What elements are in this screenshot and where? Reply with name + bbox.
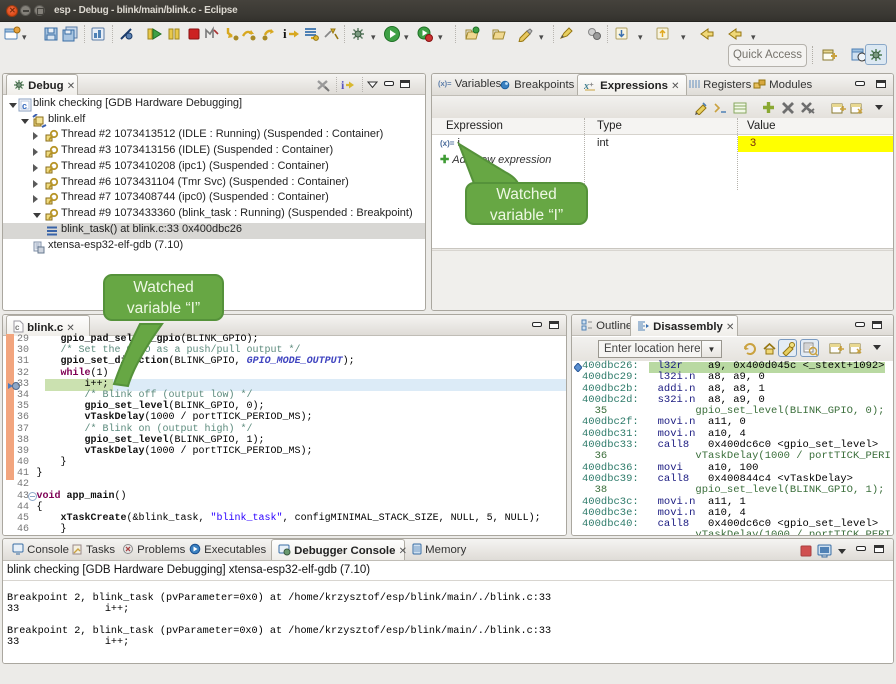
svg-text:i: i <box>341 78 345 92</box>
svg-text:i: i <box>283 26 287 41</box>
svg-text:c: c <box>22 101 27 111</box>
svg-text:c: c <box>15 323 20 332</box>
